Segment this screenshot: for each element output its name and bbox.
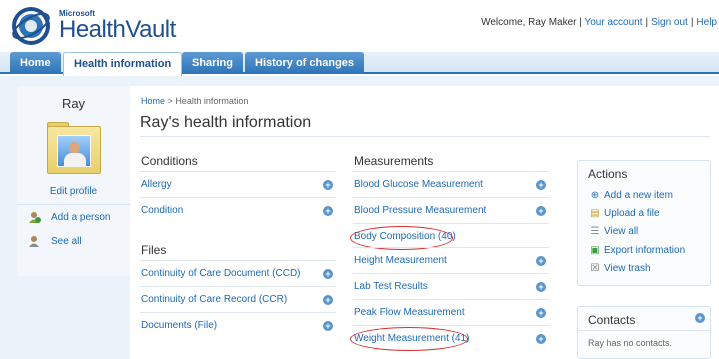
add-icon[interactable]: + xyxy=(536,206,546,216)
list-item-ccr[interactable]: Continuity of Care Record (CCR) + xyxy=(140,286,336,312)
divider xyxy=(140,136,710,137)
actions-title: Actions xyxy=(588,167,628,181)
add-icon[interactable]: + xyxy=(323,206,333,216)
contacts-empty-text: Ray has no contacts. xyxy=(588,338,673,348)
add-icon[interactable]: + xyxy=(536,256,546,266)
tab-sharing[interactable]: Sharing xyxy=(182,52,243,74)
plus-circle-icon: ⊕ xyxy=(590,190,600,201)
see-all-link[interactable]: See all xyxy=(17,229,130,253)
action-label: View all xyxy=(604,226,639,237)
highlight-circle xyxy=(350,327,468,351)
list-item-height[interactable]: Height Measurement + xyxy=(353,247,549,273)
list-item-ccd[interactable]: Continuity of Care Document (CCD) + xyxy=(140,260,336,286)
profile-name: Ray xyxy=(61,96,86,111)
list-item-label: Continuity of Care Record (CCR) xyxy=(141,294,288,305)
add-contact-icon[interactable]: + xyxy=(695,313,705,323)
tab-history-of-changes[interactable]: History of changes xyxy=(245,52,365,74)
trash-icon: ☒ xyxy=(590,263,600,274)
list-item-peak-flow[interactable]: Peak Flow Measurement + xyxy=(353,299,549,325)
list-item-label: Allergy xyxy=(141,179,172,190)
contacts-panel: Contacts + Ray has no contacts. xyxy=(577,306,711,359)
export-icon: ▣ xyxy=(590,245,600,256)
action-label: Upload a file xyxy=(604,208,660,219)
healthvault-logo[interactable]: Microsoft HealthVault xyxy=(10,4,180,48)
person-icon xyxy=(29,236,39,247)
list-item-label: Peak Flow Measurement xyxy=(354,307,465,318)
actions-panel: Actions ⊕ Add a new item ▤ Upload a file… xyxy=(577,160,711,286)
add-person-link[interactable]: Add a person xyxy=(17,204,130,228)
list-item-label: Blood Pressure Measurement xyxy=(354,205,487,216)
action-label: Add a new item xyxy=(604,190,673,201)
action-label: View trash xyxy=(604,263,651,274)
add-person-label: Add a person xyxy=(51,212,111,223)
add-icon[interactable]: + xyxy=(536,334,546,344)
welcome-text: Welcome, Ray Maker | xyxy=(481,17,582,28)
profile-folder-icon[interactable] xyxy=(47,126,101,174)
page-title: Ray's health information xyxy=(140,114,312,131)
breadcrumb-separator: > xyxy=(167,96,173,106)
add-icon[interactable]: + xyxy=(323,295,333,305)
separator: | xyxy=(690,17,694,28)
add-icon[interactable]: + xyxy=(323,180,333,190)
contacts-title: Contacts xyxy=(588,313,636,327)
logo-product: HealthVault xyxy=(59,16,176,43)
upload-icon: ▤ xyxy=(590,208,600,219)
list-item-lab-test-results[interactable]: Lab Test Results + xyxy=(353,273,549,299)
list-item-blood-pressure[interactable]: Blood Pressure Measurement + xyxy=(353,197,549,223)
avatar xyxy=(57,135,91,167)
action-label: Export information xyxy=(604,245,686,256)
conditions-title: Conditions xyxy=(141,154,198,168)
breadcrumb: Home > Health information xyxy=(141,96,248,106)
files-title: Files xyxy=(141,243,167,257)
list-item-label: Condition xyxy=(141,205,184,216)
add-icon[interactable]: + xyxy=(536,282,546,292)
list-item-condition[interactable]: Condition + xyxy=(140,197,336,223)
tab-health-information[interactable]: Health information xyxy=(63,52,183,76)
healthvault-logo-icon xyxy=(12,7,50,45)
your-account-link[interactable]: Your account xyxy=(584,17,642,28)
breadcrumb-current: Health information xyxy=(175,96,249,106)
list-item-label: Continuity of Care Document (CCD) xyxy=(141,268,301,279)
list-icon: ☰ xyxy=(590,226,600,237)
add-icon[interactable]: + xyxy=(536,308,546,318)
list-item-documents[interactable]: Documents (File) + xyxy=(140,312,336,338)
add-icon[interactable]: + xyxy=(536,180,546,190)
edit-profile-link[interactable]: Edit profile xyxy=(17,186,130,197)
list-item-label: Lab Test Results xyxy=(354,281,428,292)
separator: | xyxy=(645,17,649,28)
add-icon[interactable]: + xyxy=(323,269,333,279)
add-person-icon xyxy=(29,212,41,223)
list-item-label: Height Measurement xyxy=(354,255,447,266)
sign-out-link[interactable]: Sign out xyxy=(651,17,688,28)
list-item-label: Blood Glucose Measurement xyxy=(354,179,483,190)
help-link[interactable]: Help xyxy=(696,17,717,28)
welcome-bar: Welcome, Ray Maker | Your account | Sign o… xyxy=(481,17,717,28)
list-item-label: Documents (File) xyxy=(141,320,218,331)
list-item-allergy[interactable]: Allergy + xyxy=(140,171,336,197)
see-all-label: See all xyxy=(51,236,82,247)
measurements-title: Measurements xyxy=(354,154,434,168)
tab-bar: Home Health information Sharing History … xyxy=(0,52,719,76)
edit-profile-label: Edit profile xyxy=(49,186,98,197)
header: Microsoft HealthVault Welcome, Ray Maker… xyxy=(0,0,719,52)
tab-home[interactable]: Home xyxy=(10,52,61,74)
add-icon[interactable]: + xyxy=(323,321,333,331)
divider xyxy=(578,330,710,331)
list-item-blood-glucose[interactable]: Blood Glucose Measurement + xyxy=(353,171,549,197)
avatar-body xyxy=(64,153,86,167)
breadcrumb-home[interactable]: Home xyxy=(141,96,165,106)
